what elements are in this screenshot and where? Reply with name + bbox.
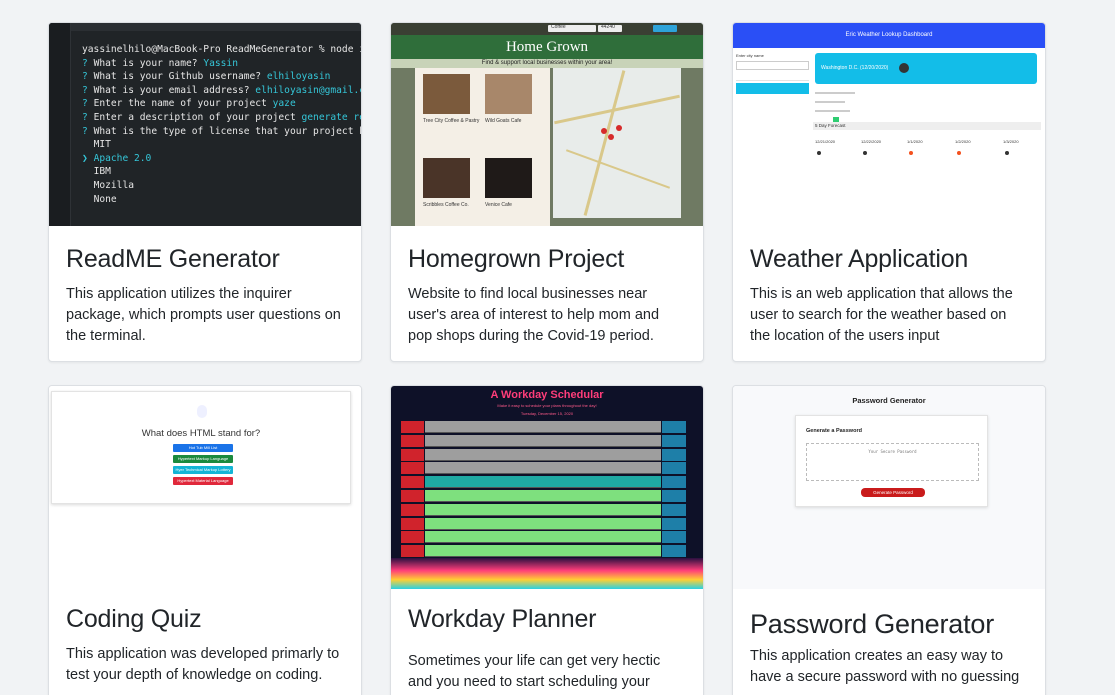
card-title[interactable]: Password Generator bbox=[750, 609, 1028, 639]
planner-row bbox=[401, 462, 686, 475]
preview-option: Hypertext Material Language bbox=[173, 477, 233, 485]
card-title[interactable]: Coding Quiz bbox=[66, 604, 344, 634]
planner-row bbox=[401, 490, 686, 502]
preview-option: Hyer Techmical Markup Lottery bbox=[173, 466, 233, 474]
map-pin bbox=[601, 128, 607, 134]
terminal-line: ❯ Apache 2.0 bbox=[82, 152, 152, 164]
terminal-line: ? What is your name? Yassin bbox=[82, 57, 238, 69]
password-preview: Password Generator Generate a Password Y… bbox=[733, 386, 1045, 589]
preview-password-area: Your Secure Password bbox=[806, 443, 979, 481]
card-description: Website to find local businesses near us… bbox=[408, 286, 660, 344]
terminal-preview: yassinelhilo@MacBook-Pro ReadMeGenerator… bbox=[49, 23, 361, 226]
terminal-gutter bbox=[49, 23, 71, 226]
project-screenshot[interactable]: What does HTML stand for? Hot Tub Mill L… bbox=[49, 386, 361, 589]
preview-question: What does HTML stand for? bbox=[141, 428, 261, 439]
project-card-readme-generator[interactable]: yassinelhilo@MacBook-Pro ReadMeGenerator… bbox=[48, 22, 362, 362]
weather-preview: Eric Weather Lookup Dashboard Enter city… bbox=[733, 23, 1045, 226]
planner-row bbox=[401, 421, 686, 433]
preview-sidebar: Enter city name bbox=[736, 53, 809, 94]
project-screenshot[interactable]: yassinelhilo@MacBook-Pro ReadMeGenerator… bbox=[49, 23, 361, 226]
terminal-line: IBM bbox=[93, 166, 111, 178]
preview-forecast-label: 5 Day Forecast bbox=[815, 123, 846, 128]
planner-row bbox=[401, 503, 686, 516]
preview-business: Wild Goats Cafe bbox=[485, 118, 522, 124]
preview-business: Venice Cafe bbox=[485, 202, 512, 208]
preview-current-weather: Washington D.C. (12/20/2020) bbox=[815, 53, 1037, 84]
project-screenshot[interactable]: Password Generator Generate a Password Y… bbox=[733, 386, 1045, 589]
quiz-box: What does HTML stand for? Hot Tub Mill L… bbox=[51, 391, 351, 504]
card-description: This application creates an easy way to … bbox=[750, 648, 1020, 685]
terminal-line: ? What is your email address? elhiloyasi… bbox=[82, 84, 361, 96]
planner-row bbox=[401, 448, 686, 461]
project-card-coding-quiz[interactable]: What does HTML stand for? Hot Tub Mill L… bbox=[48, 385, 362, 695]
project-card-weather[interactable]: Eric Weather Lookup Dashboard Enter city… bbox=[732, 22, 1046, 362]
preview-panel-title: Generate a Password bbox=[806, 428, 862, 434]
city-skyline bbox=[391, 558, 703, 589]
preview-zip-value: 44240 bbox=[601, 24, 615, 30]
map-pin bbox=[608, 134, 614, 140]
project-card-workday-planner[interactable]: A Workday Schedular Make it easy to sche… bbox=[390, 385, 704, 695]
preview-business: Tree City Coffee & Pastry bbox=[423, 118, 480, 124]
terminal-output: yassinelhilo@MacBook-Pro ReadMeGenerator… bbox=[82, 43, 361, 206]
terminal-tab-bar bbox=[49, 23, 361, 31]
forecast-day: 12/21/2020 bbox=[815, 133, 859, 177]
preview-nav: Coffee 44240 bbox=[391, 23, 703, 35]
planner-row bbox=[401, 476, 686, 489]
preview-business-list: Tree City Coffee & Pastry Wild Goats Caf… bbox=[415, 68, 550, 226]
card-title[interactable]: Workday Planner bbox=[408, 604, 686, 634]
preview-map bbox=[553, 68, 681, 218]
map-pin bbox=[616, 125, 622, 131]
forecast-day: 1/2/2020 bbox=[955, 133, 999, 177]
preview-subtitle: Find & support local businesses within y… bbox=[391, 59, 703, 68]
terminal-line: yassinelhilo@MacBook-Pro ReadMeGenerator… bbox=[82, 44, 361, 55]
planner-row bbox=[401, 545, 686, 558]
timer-icon bbox=[197, 405, 207, 418]
forecast-day: 1/1/2020 bbox=[907, 133, 951, 177]
preview-subtitle: Make it easy to schedule your plans thro… bbox=[497, 403, 597, 408]
preview-current-city: Washington D.C. (12/20/2020) bbox=[821, 65, 889, 71]
card-title[interactable]: Weather Application bbox=[750, 244, 1028, 274]
preview-panel: Generate a Password Your Secure Password… bbox=[795, 415, 988, 507]
terminal-line: ? Enter a description of your project ge… bbox=[82, 111, 361, 123]
planner-row bbox=[401, 434, 686, 447]
planner-row bbox=[401, 517, 686, 530]
preview-option: Hot Tub Mill List bbox=[173, 444, 233, 452]
preview-title: Password Generator bbox=[852, 396, 926, 405]
preview-header: Eric Weather Lookup Dashboard bbox=[733, 23, 1045, 48]
forecast-day: 12/22/2020 bbox=[861, 133, 905, 177]
planner-row bbox=[401, 531, 686, 544]
terminal-line: ? Enter the name of your project yaze bbox=[82, 98, 296, 110]
terminal-line: ? What is the type of license that your … bbox=[82, 125, 361, 137]
project-card-homegrown[interactable]: Coffee 44240 Home Grown Find & support l… bbox=[390, 22, 704, 362]
preview-city-label: Enter city name bbox=[736, 53, 764, 58]
preview-banner: Home Grown bbox=[391, 35, 703, 59]
preview-business: Scribbles Coffee Co. bbox=[423, 202, 469, 208]
planner-preview: A Workday Schedular Make it easy to sche… bbox=[391, 386, 703, 589]
preview-title: A Workday Schedular bbox=[490, 389, 604, 401]
preview-option: Hypertext Markup Language bbox=[173, 455, 233, 463]
terminal-line: Mozilla bbox=[93, 179, 134, 191]
terminal-line: MIT bbox=[93, 139, 111, 151]
card-title[interactable]: Homegrown Project bbox=[408, 244, 686, 274]
preview-search-value: Coffee bbox=[551, 24, 566, 30]
card-description: This is an web application that allows t… bbox=[750, 286, 1013, 344]
preview-date: Tuesday, December 15, 2020 bbox=[520, 411, 574, 416]
quiz-preview: What does HTML stand for? Hot Tub Mill L… bbox=[49, 386, 361, 589]
project-card-password-generator[interactable]: Password Generator Generate a Password Y… bbox=[732, 385, 1046, 695]
project-screenshot[interactable]: Eric Weather Lookup Dashboard Enter city… bbox=[733, 23, 1045, 226]
card-description: This application utilizes the inquirer p… bbox=[66, 286, 341, 344]
card-description: Sometimes your life can get very hectic … bbox=[408, 653, 661, 690]
homegrown-preview: Coffee 44240 Home Grown Find & support l… bbox=[391, 23, 703, 226]
preview-generate-button: Generate Password bbox=[861, 488, 925, 497]
card-title[interactable]: ReadME Generator bbox=[66, 244, 344, 274]
terminal-line: None bbox=[93, 193, 117, 205]
card-description: This application was developed primarly … bbox=[66, 646, 340, 683]
project-screenshot[interactable]: A Workday Schedular Make it easy to sche… bbox=[391, 386, 703, 589]
project-screenshot[interactable]: Coffee 44240 Home Grown Find & support l… bbox=[391, 23, 703, 226]
terminal-line: ? What is your Github username? elhiloya… bbox=[82, 71, 331, 83]
forecast-day: 1/3/2020 bbox=[1003, 133, 1045, 177]
